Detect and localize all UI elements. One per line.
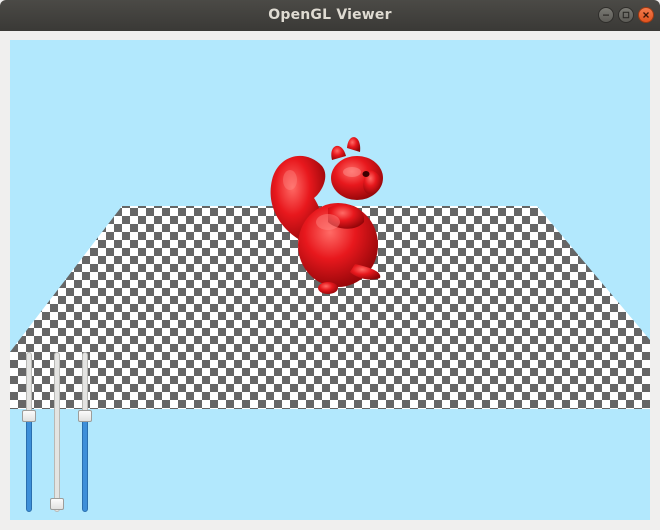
app-window: OpenGL Viewer bbox=[0, 0, 660, 530]
slider-2-handle[interactable] bbox=[50, 498, 64, 510]
slider-3-fill bbox=[82, 416, 88, 512]
minimize-icon bbox=[602, 11, 610, 19]
slider-3-handle[interactable] bbox=[78, 410, 92, 422]
maximize-button[interactable] bbox=[618, 7, 634, 23]
slider-2[interactable] bbox=[50, 352, 64, 512]
title-bar[interactable]: OpenGL Viewer bbox=[0, 0, 660, 31]
window-title: OpenGL Viewer bbox=[268, 7, 392, 23]
minimize-button[interactable] bbox=[598, 7, 614, 23]
slider-3-track bbox=[82, 352, 88, 416]
slider-1-fill bbox=[26, 416, 32, 512]
scene bbox=[10, 137, 650, 409]
slider-3[interactable] bbox=[78, 352, 92, 512]
slider-1-track bbox=[26, 352, 32, 416]
slider-1-handle[interactable] bbox=[22, 410, 36, 422]
slider-2-track bbox=[54, 352, 60, 512]
gl-viewport[interactable] bbox=[10, 40, 650, 520]
slider-1[interactable] bbox=[22, 352, 36, 512]
close-icon bbox=[642, 11, 650, 19]
maximize-icon bbox=[622, 11, 630, 19]
close-button[interactable] bbox=[638, 7, 654, 23]
